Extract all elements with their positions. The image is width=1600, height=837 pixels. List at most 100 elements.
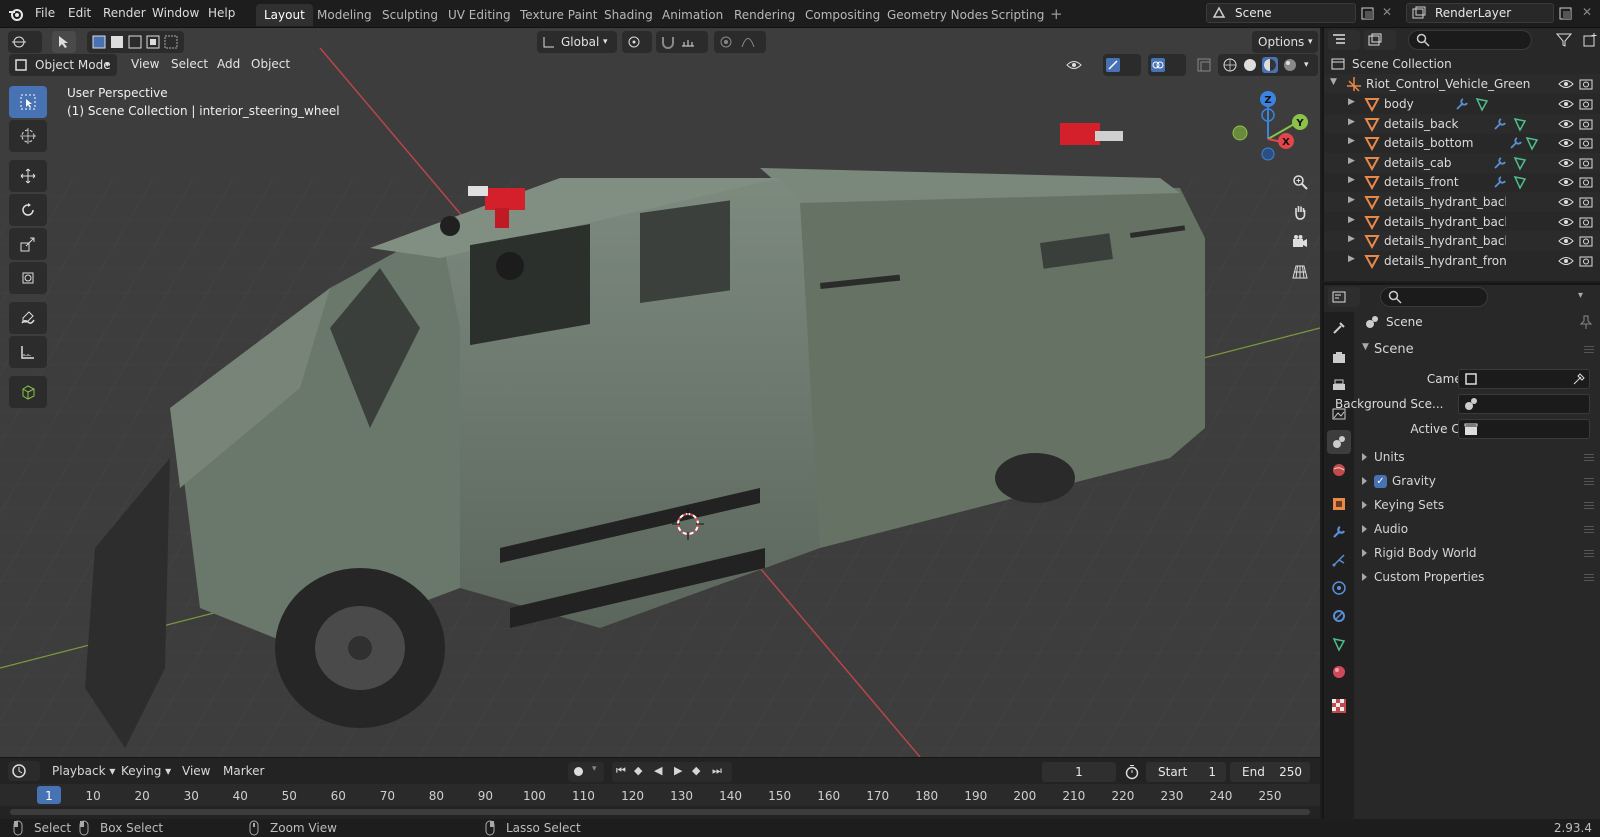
outliner-row-object[interactable]: ▶ body bbox=[1324, 94, 1600, 114]
current-frame-field[interactable]: 1 bbox=[1042, 762, 1116, 782]
menu-edit[interactable]: Edit bbox=[68, 6, 91, 20]
timeline-menu-playback[interactable]: Playback ▾ bbox=[52, 764, 115, 778]
play-reverse-icon[interactable]: ◀ bbox=[654, 764, 662, 777]
properties-search-input[interactable] bbox=[1380, 287, 1488, 307]
viewport-menu-add[interactable]: Add bbox=[217, 57, 240, 71]
modifier-wrench-icon[interactable] bbox=[1492, 174, 1508, 190]
outliner-row-object[interactable]: ▶ details_hydrant_back2 bbox=[1324, 212, 1600, 232]
tab-modeling[interactable]: Modeling bbox=[309, 4, 380, 26]
tool-scale[interactable] bbox=[9, 228, 47, 260]
menu-render[interactable]: Render bbox=[103, 6, 146, 20]
new-view-layer-icon[interactable] bbox=[1558, 6, 1574, 22]
drag-handle-icon[interactable] bbox=[1584, 502, 1594, 510]
expand-arrow-icon[interactable]: ▼ bbox=[1330, 77, 1337, 87]
eye-visibility-icon[interactable] bbox=[1558, 214, 1574, 230]
outliner-row-object[interactable]: ▶ details_bottom bbox=[1324, 133, 1600, 153]
tab-data[interactable] bbox=[1327, 632, 1351, 656]
render-camera-icon[interactable] bbox=[1578, 116, 1594, 132]
tool-rotate[interactable] bbox=[9, 194, 47, 226]
next-keyframe-icon[interactable]: ◆ bbox=[692, 764, 700, 777]
render-camera-icon[interactable] bbox=[1578, 76, 1594, 92]
expand-arrow-icon[interactable]: ▶ bbox=[1348, 215, 1355, 225]
outliner-row-object[interactable]: ▶ details_back bbox=[1324, 113, 1600, 134]
tool-select-box[interactable] bbox=[9, 86, 47, 118]
viewport-canvas[interactable]: Z Y X bbox=[0, 28, 1320, 757]
blender-logo-icon[interactable] bbox=[8, 6, 24, 22]
render-camera-icon[interactable] bbox=[1578, 174, 1594, 190]
object-mode-dropdown[interactable]: Object Mode ▾ bbox=[9, 54, 117, 76]
viewport-menu-object[interactable]: Object bbox=[251, 57, 290, 71]
outliner-row-object[interactable]: ▶ details_front bbox=[1324, 172, 1600, 192]
modifier-wrench-icon[interactable] bbox=[1492, 155, 1508, 171]
xray-toggle-icon[interactable] bbox=[1196, 57, 1212, 73]
eye-visibility-icon[interactable] bbox=[1558, 155, 1574, 171]
tab-layout[interactable]: Layout bbox=[256, 4, 313, 26]
modifier-wrench-icon[interactable] bbox=[1508, 135, 1524, 151]
outliner-row-scene-collection[interactable]: Scene Collection bbox=[1324, 54, 1600, 74]
timeline-scrollbar[interactable] bbox=[10, 809, 1310, 815]
panel-audio[interactable]: Audio bbox=[1360, 519, 1600, 541]
wireframe-shading-icon[interactable] bbox=[1222, 57, 1238, 73]
select-mode-tweak[interactable] bbox=[52, 31, 76, 53]
selection-mode-group[interactable] bbox=[87, 31, 184, 53]
outliner-row-object[interactable]: ▶ details_hydrant_back_ba bbox=[1324, 231, 1600, 252]
pin-icon[interactable] bbox=[1578, 314, 1594, 330]
eye-visibility-icon[interactable] bbox=[1558, 76, 1574, 92]
background-scene-field[interactable] bbox=[1458, 394, 1590, 414]
tab-tool[interactable] bbox=[1327, 316, 1351, 340]
eyedropper-icon[interactable] bbox=[1571, 371, 1587, 387]
stopwatch-icon[interactable] bbox=[1124, 764, 1140, 780]
gravity-checkbox[interactable]: ✓ bbox=[1374, 475, 1387, 488]
pivot-point-dropdown[interactable] bbox=[622, 31, 652, 53]
solid-shading-icon[interactable] bbox=[1242, 57, 1258, 73]
panel-custom-properties[interactable]: Custom Properties bbox=[1360, 567, 1600, 589]
tab-material[interactable] bbox=[1327, 660, 1351, 684]
viewport-menu-view[interactable]: View bbox=[131, 57, 159, 71]
transform-orientation-dropdown[interactable]: Global ▾ bbox=[537, 31, 617, 53]
drag-handle-icon[interactable] bbox=[1584, 574, 1594, 582]
menu-help[interactable]: Help bbox=[208, 6, 235, 20]
render-camera-icon[interactable] bbox=[1578, 155, 1594, 171]
mesh-data-icon[interactable] bbox=[1474, 96, 1490, 112]
modifier-wrench-icon[interactable] bbox=[1492, 116, 1508, 132]
camera-view-button[interactable] bbox=[1285, 228, 1315, 256]
material-preview-icon[interactable] bbox=[1262, 57, 1278, 73]
panel-gravity[interactable]: ✓ Gravity bbox=[1360, 471, 1600, 493]
tool-annotate[interactable] bbox=[9, 302, 47, 334]
expand-arrow-icon[interactable]: ▶ bbox=[1348, 156, 1355, 166]
start-frame-field[interactable]: Start 1 bbox=[1146, 762, 1226, 782]
timeline-editor-type[interactable] bbox=[8, 761, 40, 781]
render-camera-icon[interactable] bbox=[1578, 253, 1594, 269]
select-intersect-icon[interactable] bbox=[163, 34, 179, 50]
overlays-toggle[interactable] bbox=[1148, 54, 1186, 76]
render-camera-icon[interactable] bbox=[1578, 233, 1594, 249]
properties-editor-type[interactable] bbox=[1328, 287, 1360, 307]
eye-visibility-icon[interactable] bbox=[1558, 135, 1574, 151]
mesh-data-icon[interactable] bbox=[1512, 174, 1528, 191]
eye-visibility-icon[interactable] bbox=[1558, 174, 1574, 190]
select-subtract-icon[interactable] bbox=[127, 34, 143, 50]
tab-output[interactable] bbox=[1327, 374, 1351, 398]
rendered-shading-icon[interactable] bbox=[1282, 57, 1298, 73]
expand-arrow-icon[interactable]: ▶ bbox=[1348, 136, 1355, 146]
drag-handle-icon[interactable] bbox=[1584, 346, 1594, 354]
gizmo-toggle[interactable] bbox=[1103, 54, 1141, 76]
jump-start-icon[interactable]: ⏮ bbox=[616, 764, 626, 778]
render-camera-icon[interactable] bbox=[1578, 194, 1594, 210]
expand-arrow-icon[interactable]: ▶ bbox=[1348, 234, 1355, 244]
filter-icon[interactable] bbox=[1556, 32, 1572, 48]
timeline-menu-keying[interactable]: Keying ▾ bbox=[121, 764, 171, 778]
mesh-data-icon[interactable] bbox=[1512, 116, 1528, 132]
drag-handle-icon[interactable] bbox=[1584, 478, 1594, 486]
select-extend-icon[interactable] bbox=[109, 34, 125, 50]
tab-modifiers[interactable] bbox=[1327, 520, 1351, 544]
display-mode-dropdown[interactable] bbox=[1364, 30, 1396, 50]
outliner-search-input[interactable] bbox=[1408, 30, 1532, 50]
new-collection-icon[interactable] bbox=[1582, 32, 1598, 48]
modifier-wrench-icon[interactable] bbox=[1454, 96, 1470, 112]
proportional-edit-toggle[interactable] bbox=[714, 31, 766, 53]
chevron-down-icon[interactable]: ▾ bbox=[1578, 290, 1583, 301]
delete-scene-icon[interactable]: ✕ bbox=[1382, 5, 1392, 19]
visibility-dropdown[interactable] bbox=[1064, 54, 1096, 76]
pan-button[interactable] bbox=[1285, 198, 1315, 226]
